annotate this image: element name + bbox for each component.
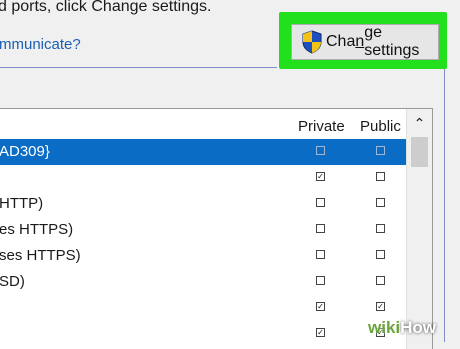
column-header-private[interactable]: Private — [298, 118, 345, 135]
watermark-logo: wikiHow — [368, 318, 436, 338]
change-settings-label-suffix: ge settings — [364, 24, 420, 59]
public-checkbox[interactable] — [376, 146, 385, 155]
list-item[interactable]: AD309} — [0, 139, 406, 165]
list-item[interactable]: ✓ ✓ — [0, 321, 406, 347]
list-item[interactable]: ✓ — [0, 165, 406, 191]
scroll-up-arrow-icon[interactable]: ⌃ — [407, 111, 432, 135]
change-settings-button[interactable]: Cha n ge settings — [291, 24, 439, 60]
private-checkbox[interactable] — [316, 250, 325, 259]
column-header-public[interactable]: Public — [360, 118, 401, 135]
list-item[interactable]: ✓ ✓ — [0, 295, 406, 321]
help-link[interactable]: mmunicate? — [0, 36, 81, 53]
list-item-name: AD309} — [0, 143, 50, 160]
vertical-scrollbar[interactable]: ⌃ — [406, 109, 432, 349]
watermark-part1: wiki — [368, 318, 401, 337]
private-checkbox[interactable]: ✓ — [316, 328, 325, 337]
public-checkbox[interactable] — [376, 224, 385, 233]
groupbox-border-top — [0, 67, 277, 68]
private-checkbox[interactable] — [316, 276, 325, 285]
public-checkbox[interactable] — [376, 198, 385, 207]
private-checkbox[interactable] — [316, 224, 325, 233]
uac-shield-icon — [301, 30, 323, 54]
scroll-thumb[interactable] — [411, 137, 428, 167]
groupbox-border-right — [444, 69, 445, 342]
watermark-part2: How — [400, 318, 437, 337]
public-checkbox[interactable] — [376, 276, 385, 285]
public-checkbox[interactable] — [376, 250, 385, 259]
private-checkbox[interactable]: ✓ — [316, 302, 325, 311]
list-item-name: es HTTPS) — [0, 221, 74, 238]
private-checkbox[interactable] — [316, 198, 325, 207]
list-item[interactable]: ses HTTPS) — [0, 243, 406, 269]
list-header: Private Public — [0, 109, 406, 139]
list-item[interactable]: SD) — [0, 269, 406, 295]
private-checkbox[interactable] — [316, 146, 325, 155]
change-settings-label-accel: n — [355, 33, 365, 50]
list-item[interactable]: es HTTPS) — [0, 217, 406, 243]
list-item[interactable]: HTTP) — [0, 191, 406, 217]
change-settings-label-prefix: Cha — [326, 33, 356, 50]
list-item-name: HTTP) — [0, 195, 44, 212]
instruction-text: d ports, click Change settings. — [0, 0, 212, 15]
private-checkbox[interactable]: ✓ — [316, 172, 325, 181]
public-checkbox[interactable]: ✓ — [376, 302, 385, 311]
list-item-name: SD) — [0, 273, 25, 290]
list-item-name: ses HTTPS) — [0, 247, 81, 264]
allowed-apps-list[interactable]: Private Public AD309} ✓ HTTP) es HTTPS) ses … — [0, 108, 433, 349]
public-checkbox[interactable] — [376, 172, 385, 181]
